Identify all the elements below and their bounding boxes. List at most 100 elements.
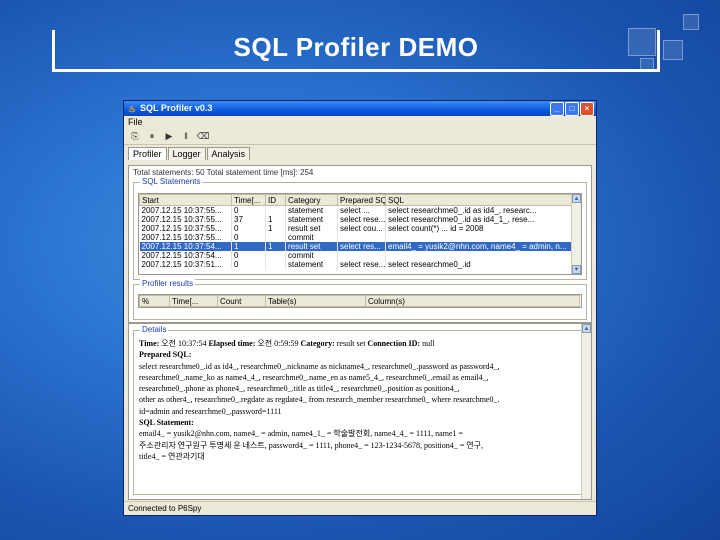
column-header[interactable]: % [139, 295, 170, 307]
details-text[interactable]: Time: 오전 10:37:54 Elapsed time: 오전 0:59:… [139, 338, 579, 462]
table-cell: 1 [265, 242, 286, 251]
table-cell: select researchme0_.id as id4_1_, rese..… [385, 215, 580, 224]
profile-icon[interactable]: ⎘ [128, 130, 142, 142]
column-header[interactable]: ID [265, 194, 286, 206]
minimize-button[interactable]: _ [550, 102, 564, 116]
slide-title: SQL Profiler DEMO [233, 32, 479, 62]
tab-logger[interactable]: Logger [167, 147, 206, 160]
decorative-square [663, 40, 683, 60]
column-header[interactable]: Prepared SQL [337, 194, 386, 206]
table-cell: 0 [231, 260, 266, 269]
table-cell: select rese... [337, 260, 386, 269]
table-cell: email4_ = yusik2@nhn.com, name4_ = admin… [385, 242, 580, 251]
column-header[interactable]: Count [217, 295, 266, 307]
column-header[interactable]: Category [285, 194, 338, 206]
table-cell [265, 205, 286, 215]
statement-totals: Total statements: 50 Total statement tim… [133, 168, 314, 177]
details-line: researchme0_.name_ko as name4_4_, resear… [139, 372, 579, 383]
column-header[interactable]: Start [139, 194, 232, 206]
table-row[interactable]: 2007.12.15 10:37:54... 1 1 result set select… [139, 242, 580, 251]
details-line: id=admin and researchme0_.password=1111 [139, 406, 579, 417]
window-title: SQL Profiler v0.3 [140, 103, 213, 113]
clear-icon[interactable]: ⌫ [196, 130, 210, 142]
table-cell: commit [285, 233, 338, 242]
group-label: SQL Statements [140, 177, 203, 186]
table-cell: 2007.12.15 10:37:55... [139, 224, 232, 233]
table-row[interactable]: 2007.12.15 10:37:55... 0 statement select .… [139, 205, 580, 215]
details-key: Connection ID: [367, 339, 423, 348]
vertical-scrollbar[interactable]: ▲ ▼ [571, 194, 581, 274]
tab-analysis[interactable]: Analysis [206, 147, 251, 160]
table-cell: select rese... [337, 215, 386, 224]
table-cell: 2007.12.15 10:37:55... [139, 205, 232, 215]
tab-profiler[interactable]: Profiler [128, 147, 167, 160]
details-key: Prepared SQL: [139, 350, 192, 360]
column-header[interactable]: Time[... [169, 295, 218, 307]
results-table: % Time[... Count Table(s) Column(s) [139, 295, 580, 307]
statements-table-container: StartTime[...IDCategoryPrepared SQLSQL 2… [138, 193, 582, 275]
column-header[interactable]: Time[... [231, 194, 266, 206]
table-cell [265, 251, 286, 260]
table-row[interactable]: 2007.12.15 10:37:54... 0 commit [139, 251, 580, 260]
column-header[interactable]: SQL [385, 194, 580, 206]
close-button[interactable]: × [580, 102, 594, 116]
table-cell: result set [285, 224, 338, 233]
menubar: File [124, 116, 596, 128]
table-cell: 1 [265, 215, 286, 224]
table-row[interactable]: 2007.12.15 10:37:55... 37 1 statement select… [139, 215, 580, 224]
details-value: null [422, 339, 435, 348]
details-line: Time: 오전 10:37:54 Elapsed time: 오전 0:59:… [139, 338, 579, 349]
table-row[interactable]: 2007.12.15 10:37:55... 0 commit [139, 233, 580, 242]
profiler-results-group: Profiler results % Time[... Count Table(s) C… [133, 279, 587, 320]
maximize-button[interactable]: □ [565, 102, 579, 116]
table-cell: 0 [231, 251, 266, 260]
group-label: Details [140, 325, 169, 334]
details-line: 주소관리자 연구원구 투명세 운 네스트, password4_ = 1111,… [139, 440, 579, 451]
table-cell [265, 233, 286, 242]
sql-statements-group: SQL Statements Start Time[... ID Category Pr… [133, 177, 587, 280]
table-cell: 0 [231, 224, 266, 233]
table-cell: 2007.12.15 10:37:51... [139, 260, 232, 269]
details-scrollbar[interactable]: ▲ [581, 324, 591, 499]
scroll-up-icon[interactable]: ▲ [572, 194, 581, 203]
statements-table: StartTime[...IDCategoryPrepared SQLSQL 2… [139, 194, 580, 269]
table-cell: statement [285, 260, 338, 269]
table-cell: 0 [231, 233, 266, 242]
details-value: 주소관리자 연구원구 투명세 운 네스트, password4_ = 1111,… [139, 440, 484, 450]
details-line: select researchme0_.id as id4_, research… [139, 361, 579, 372]
table-cell [385, 251, 580, 260]
group-label: Profiler results [140, 279, 196, 288]
column-header[interactable]: Table(s) [265, 295, 366, 307]
profiler-panel: Total statements: 50 Total statement tim… [128, 165, 592, 323]
details-key: Elapsed time: [208, 339, 258, 348]
status-bar: Connected to P6Spy [124, 501, 596, 515]
details-line: Prepared SQL: [139, 349, 579, 360]
table-cell: select researchme0_.id as id4_, researc.… [385, 205, 580, 215]
details-line: SQL Statement: [139, 417, 579, 428]
table-cell [265, 260, 286, 269]
column-header[interactable]: Column(s) [365, 295, 580, 307]
table-row[interactable]: 2007.12.15 10:37:51... 0 statement select r… [139, 260, 580, 269]
table-cell: statement [285, 215, 338, 224]
table-cell: select res... [337, 242, 386, 251]
toolbar: ⎘ ⏸ ▶ ‖ ⌫ [124, 128, 596, 145]
sql-profiler-window: ♨ SQL Profiler v0.3 _ □ × File ⎘ ⏸ ▶ ‖ ⌫ … [123, 100, 597, 516]
scroll-down-icon[interactable]: ▼ [572, 265, 581, 274]
table-cell: select ... [337, 205, 386, 215]
window-titlebar[interactable]: ♨ SQL Profiler v0.3 _ □ × [124, 101, 596, 116]
details-value: 오전 0:59:59 [257, 339, 301, 348]
table-cell: 0 [231, 205, 266, 215]
table-row[interactable]: 2007.12.15 10:37:55... 0 1 result set select… [139, 224, 580, 233]
play-icon[interactable]: ▶ [162, 130, 176, 142]
details-value: result set [336, 339, 368, 348]
table-cell: 2007.12.15 10:37:55... [139, 233, 232, 242]
details-key: Category: [300, 339, 337, 348]
stop-icon[interactable]: ‖ [179, 130, 193, 142]
pause-icon[interactable]: ⏸ [145, 130, 159, 142]
details-key: SQL Statement: [139, 418, 194, 428]
menu-file[interactable]: File [128, 117, 143, 127]
results-table-container: % Time[... Count Table(s) Column(s) [138, 294, 582, 308]
details-value: researchme0_.name_ko as name4_4_, resear… [139, 372, 489, 382]
scroll-up-icon[interactable]: ▲ [582, 324, 591, 333]
table-cell [337, 251, 386, 260]
